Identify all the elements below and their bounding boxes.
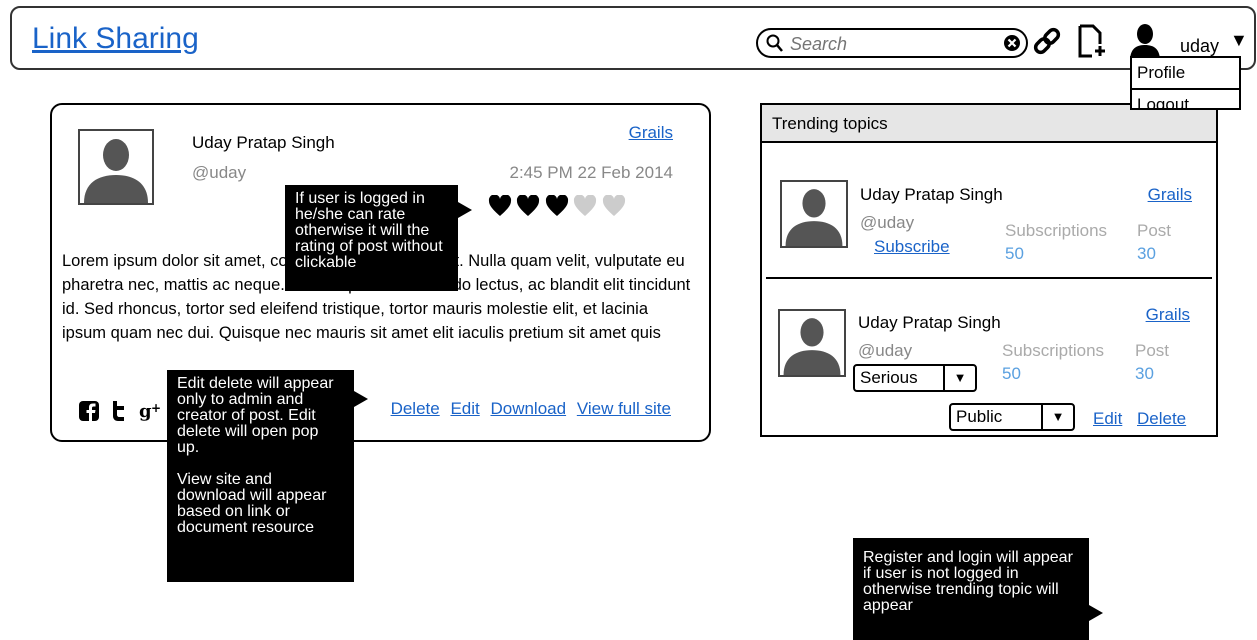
heart-icon[interactable]	[516, 194, 540, 221]
tooltip-arrow	[354, 391, 368, 407]
user-dropdown-menu: Profile Logout	[1130, 56, 1241, 110]
subscribe-link[interactable]: Subscribe	[874, 237, 950, 257]
heart-icon[interactable]	[545, 194, 569, 221]
subscriptions-count: 50	[1005, 244, 1024, 263]
post-author-handle: @uday	[192, 163, 247, 182]
svg-text:+: +	[151, 401, 161, 415]
actions-tooltip-text-1: Edit delete will appear only to admin an…	[177, 375, 334, 456]
view-full-site-link[interactable]: View full site	[577, 399, 671, 418]
trending-tooltip-text: Register and login will appear if user i…	[863, 549, 1073, 614]
tooltip-arrow	[1089, 605, 1103, 621]
actions-tooltip-text-2: View site and download will appear based…	[177, 471, 327, 536]
subscriptions-count: 50	[1002, 364, 1021, 383]
twitter-icon[interactable]	[110, 401, 132, 426]
menu-item-logout[interactable]: Logout	[1132, 88, 1239, 108]
edit-link[interactable]: Edit	[450, 399, 479, 418]
clear-icon[interactable]	[1003, 34, 1021, 57]
post-timestamp: 2:45 PM 22 Feb 2014	[509, 163, 673, 182]
avatar-silhouette-icon	[780, 180, 848, 248]
menu-item-profile[interactable]: Profile	[1132, 58, 1239, 88]
trending-topic-link[interactable]: Grails	[1148, 185, 1192, 205]
tooltip-arrow	[458, 202, 472, 218]
download-link[interactable]: Download	[490, 399, 566, 418]
trending-author-handle: @uday	[858, 341, 913, 360]
rating-stars[interactable]	[488, 194, 626, 222]
link-icon[interactable]	[1032, 25, 1062, 62]
search-icon	[766, 33, 784, 58]
trending-item: Uday Pratap Singh Grails @uday Subscribe…	[762, 143, 1216, 277]
search-box[interactable]	[756, 28, 1028, 58]
trending-topics-title: Trending topics	[762, 105, 1216, 143]
post-label: Post	[1137, 221, 1172, 240]
new-document-icon[interactable]	[1078, 24, 1108, 63]
post-count: 30	[1137, 244, 1156, 263]
trending-topics-panel: Trending topics Uday Pratap Singh Grails…	[760, 103, 1218, 437]
trending-author-name: Uday Pratap Singh	[860, 185, 1003, 204]
trending-author-handle: @uday	[860, 213, 915, 232]
google-plus-icon[interactable]: g +	[139, 401, 165, 426]
social-share: g +	[78, 400, 165, 427]
trending-topic-link[interactable]: Grails	[1146, 305, 1190, 325]
chevron-down-icon[interactable]: ▼	[1041, 405, 1073, 429]
heart-icon[interactable]	[573, 194, 597, 221]
facebook-icon[interactable]	[78, 401, 104, 426]
trending-author-name: Uday Pratap Singh	[858, 313, 1001, 332]
heart-icon[interactable]	[488, 194, 512, 221]
avatar-silhouette-icon	[78, 129, 154, 205]
visibility-select[interactable]: Public ▼	[949, 403, 1075, 431]
delete-link[interactable]: Delete	[391, 399, 440, 418]
search-input[interactable]	[788, 33, 992, 55]
top-navbar: Link Sharing uday ▼	[10, 6, 1256, 70]
actions-tooltip: Edit delete will appear only to admin an…	[167, 370, 368, 582]
user-name[interactable]: uday	[1180, 36, 1219, 57]
post-actions: Delete Edit Download View full site	[385, 399, 671, 419]
seriousness-select[interactable]: Serious ▼	[853, 364, 977, 392]
post-label: Post	[1135, 341, 1170, 360]
subscriptions-label: Subscriptions	[1002, 341, 1105, 360]
post-topic-link[interactable]: Grails	[629, 123, 673, 143]
post-author-name: Uday Pratap Singh	[192, 133, 335, 152]
delete-link[interactable]: Delete	[1137, 409, 1186, 429]
edit-link[interactable]: Edit	[1093, 409, 1122, 429]
seriousness-value: Serious	[860, 368, 918, 387]
chevron-down-icon[interactable]: ▼	[1230, 30, 1248, 51]
post-count: 30	[1135, 364, 1154, 383]
trending-tooltip: Register and login will appear if user i…	[853, 538, 1103, 640]
heart-icon[interactable]	[602, 194, 626, 221]
app-title-link[interactable]: Link Sharing	[32, 22, 199, 56]
visibility-value: Public	[956, 407, 1003, 426]
chevron-down-icon[interactable]: ▼	[943, 366, 975, 390]
trending-item: Uday Pratap Singh Grails @uday Subscript…	[762, 279, 1216, 435]
rating-tooltip-text: If user is logged in he/she can rate oth…	[295, 190, 443, 271]
subscriptions-label: Subscriptions	[1005, 221, 1108, 240]
rating-tooltip: If user is logged in he/she can rate oth…	[285, 185, 472, 291]
avatar-silhouette-icon	[778, 309, 846, 377]
